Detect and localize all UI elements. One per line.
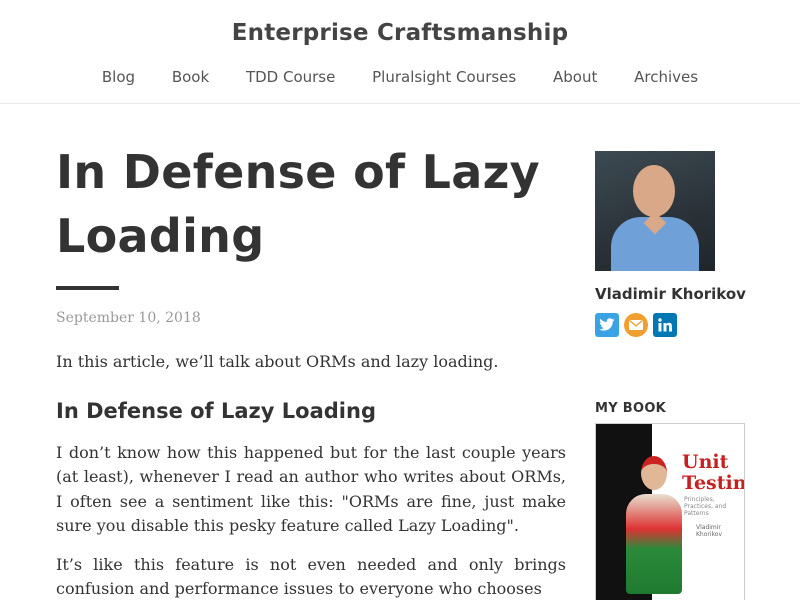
post-date: September 10, 2018: [56, 310, 201, 326]
sidebar: Vladimir Khorikov MY BOOK Unit Testing P…: [595, 151, 775, 600]
paragraph-1: I don’t know how this happened but for t…: [56, 442, 566, 536]
intro-paragraph: In this article, we’ll talk about ORMs a…: [56, 352, 499, 371]
nav-archives[interactable]: Archives: [634, 68, 698, 86]
twitter-icon[interactable]: [595, 313, 619, 337]
post-title: In Defense of Lazy Loading: [56, 140, 566, 268]
book-subtitle: Principles, Practices, and Patterns: [684, 496, 727, 517]
book-title: Unit Testing: [682, 451, 744, 494]
site-header: Enterprise Craftsmanship Blog Book TDD C…: [0, 0, 800, 104]
nav-blog[interactable]: Blog: [102, 68, 135, 86]
author-name: Vladimir Khorikov: [595, 285, 746, 303]
nav-book[interactable]: Book: [172, 68, 209, 86]
nav-tdd-course[interactable]: TDD Course: [246, 68, 335, 86]
section-heading: In Defense of Lazy Loading: [56, 398, 376, 423]
book-author: Vladimir Khorikov: [696, 524, 723, 538]
social-links: [595, 313, 775, 337]
article: In Defense of Lazy Loading September 10,…: [56, 140, 566, 600]
my-book-label: MY BOOK: [595, 401, 667, 416]
linkedin-icon[interactable]: [653, 313, 677, 337]
paragraph-2: It’s like this feature is not even neede…: [56, 554, 566, 599]
main-nav: Blog Book TDD Course Pluralsight Courses…: [0, 68, 800, 86]
author-photo: [595, 151, 715, 271]
email-icon[interactable]: [624, 313, 648, 337]
nav-pluralsight-courses[interactable]: Pluralsight Courses: [372, 68, 516, 86]
title-divider: [56, 286, 119, 290]
post-title-line-1: In Defense of Lazy: [56, 145, 540, 199]
post-title-line-2: Loading: [56, 209, 265, 263]
book-cover[interactable]: Unit Testing Principles, Practices, and …: [595, 423, 745, 600]
nav-about[interactable]: About: [553, 68, 597, 86]
site-title[interactable]: Enterprise Craftsmanship: [0, 20, 800, 46]
